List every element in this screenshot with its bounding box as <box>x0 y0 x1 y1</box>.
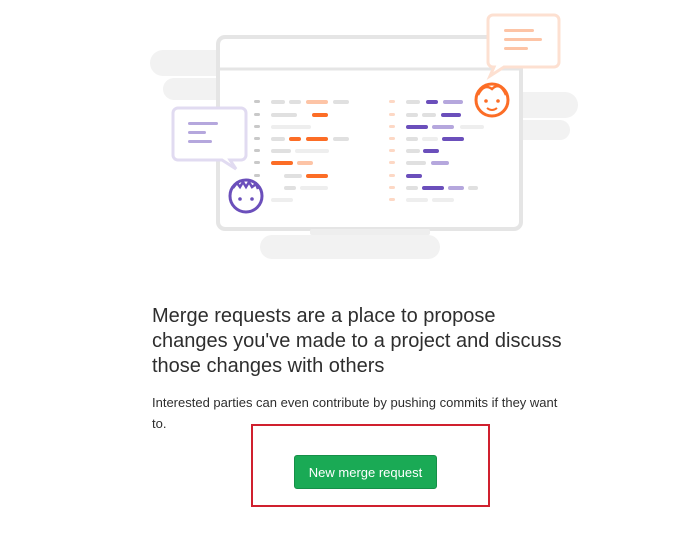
empty-state-title: Merge requests are a place to propose ch… <box>152 305 562 377</box>
merge-requests-empty-state: Merge requests are a place to propose ch… <box>0 0 683 539</box>
monitor-icon <box>216 35 523 235</box>
purple-avatar-icon <box>228 178 264 214</box>
empty-state-text: Merge requests are a place to propose ch… <box>152 304 572 434</box>
merge-requests-illustration <box>150 13 578 259</box>
orange-avatar-icon <box>474 82 510 118</box>
new-merge-request-button[interactable]: New merge request <box>294 455 437 489</box>
speech-bubble-left-icon <box>171 106 248 171</box>
speech-bubble-right-icon <box>486 13 561 80</box>
